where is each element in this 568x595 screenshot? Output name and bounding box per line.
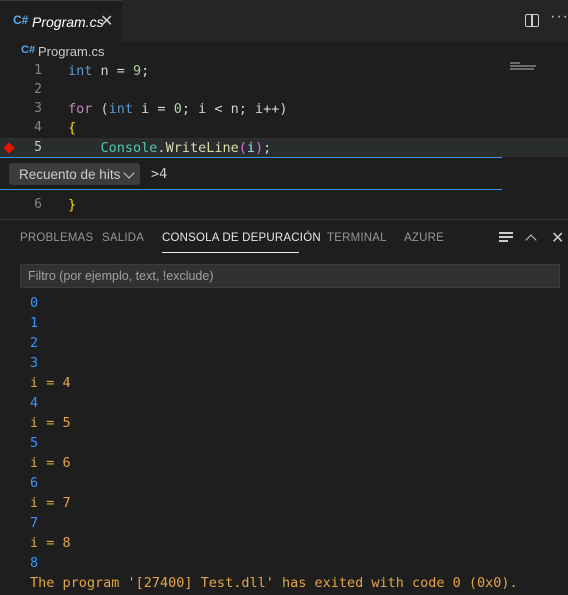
console-output-line: 0 <box>30 295 39 311</box>
code-line[interactable]: 2 <box>0 81 568 100</box>
select-value: Recuento de hits <box>19 167 121 182</box>
hit-count-input[interactable]: >4 <box>151 166 167 182</box>
filter-input[interactable] <box>21 265 559 287</box>
code-token: ( <box>92 101 109 117</box>
code-text: for (int i = 0; i < n; i++) <box>68 101 288 117</box>
code-token: { <box>68 120 77 136</box>
code-token: int <box>68 63 93 79</box>
line-number: 2 <box>34 82 42 97</box>
code-token: WriteLine <box>165 140 239 156</box>
code-line-current[interactable]: 5 Console.WriteLine(i); <box>0 138 568 157</box>
line-number: 1 <box>34 63 42 78</box>
csharp-file-icon: C# <box>13 13 29 27</box>
code-line[interactable]: 3 for (int i = 0; i < n; i++) <box>0 100 568 119</box>
code-text: int n = 9; <box>68 63 149 79</box>
clear-console-icon[interactable] <box>499 232 513 244</box>
code-line[interactable]: 4 { <box>0 119 568 138</box>
console-output-line: 1 <box>30 315 39 331</box>
breakpoint-condition-type-select[interactable]: Recuento de hits <box>9 163 140 185</box>
code-token: 0 <box>173 101 182 117</box>
console-output-line: i = 4 <box>30 375 71 391</box>
tab-terminal[interactable]: TERMINAL <box>327 232 387 244</box>
code-token: ; <box>141 63 150 79</box>
line-number: 5 <box>34 140 42 155</box>
filter-field[interactable] <box>20 264 560 288</box>
console-output-line: 7 <box>30 515 39 531</box>
bottom-panel: PROBLEMAS SALIDA CONSOLA DE DEPURACIÓN T… <box>0 219 568 595</box>
code-token: 9 <box>133 63 142 79</box>
chevron-down-icon <box>123 167 135 179</box>
tab-output[interactable]: SALIDA <box>102 232 144 244</box>
close-icon[interactable]: ✕ <box>100 11 113 31</box>
code-token: n = <box>92 63 134 79</box>
console-output-line: 2 <box>30 335 39 351</box>
active-tab-indicator <box>162 252 299 253</box>
code-token: . <box>157 140 166 156</box>
code-token: for <box>68 101 93 117</box>
breadcrumb-item-program-cs[interactable]: Program.cs <box>38 44 104 59</box>
tab-problems[interactable]: PROBLEMAS <box>20 232 93 244</box>
console-output-line: 3 <box>30 355 39 371</box>
code-token: ) <box>255 140 264 156</box>
console-output-line: 8 <box>30 555 39 571</box>
maximize-panel-icon[interactable] <box>525 234 537 246</box>
csharp-file-icon: C# <box>21 44 36 56</box>
code-token: } <box>68 197 77 213</box>
tab-debug-console[interactable]: CONSOLA DE DEPURACIÓN <box>162 232 321 244</box>
code-token: i = <box>133 101 174 117</box>
code-text: Console.WriteLine(i); <box>68 140 272 156</box>
line-number: 3 <box>34 101 42 116</box>
tab-azure[interactable]: AZURE <box>404 232 444 244</box>
code-line[interactable]: 6 } <box>0 196 568 215</box>
console-output-line: 5 <box>30 435 39 451</box>
code-token: ; i < n; i++) <box>181 101 288 117</box>
console-output-line: 4 <box>30 395 39 411</box>
code-text: { <box>68 120 76 136</box>
code-line[interactable]: 1 int n = 9; <box>0 62 568 81</box>
console-output-line: 6 <box>30 475 39 491</box>
console-output-line: The program '[27400] Test.dll' has exite… <box>30 575 518 591</box>
line-number: 4 <box>34 120 42 135</box>
code-token: ; <box>263 140 272 156</box>
console-output-line: i = 8 <box>30 535 71 551</box>
tab-program-cs[interactable]: C# Program.cs ✕ <box>0 0 122 42</box>
tab-label: Program.cs <box>32 14 104 30</box>
breadcrumb: C# Program.cs <box>0 42 568 62</box>
console-output-line: i = 6 <box>30 455 71 471</box>
line-number: 6 <box>34 197 42 212</box>
editor-tab-bar: C# Program.cs ✕ ··· <box>0 0 568 42</box>
code-token: Console <box>100 140 158 156</box>
console-output-line: i = 5 <box>30 415 71 431</box>
code-text: } <box>68 197 76 213</box>
code-token: ( <box>238 140 247 156</box>
more-actions-icon[interactable]: ··· <box>550 8 568 26</box>
console-output-line: i = 7 <box>30 495 71 511</box>
split-editor-icon[interactable] <box>525 14 539 27</box>
breakpoint-condition-widget: Recuento de hits >4 <box>0 157 502 190</box>
close-panel-icon[interactable]: ✕ <box>551 228 564 248</box>
code-token: int <box>108 101 134 117</box>
code-token: i <box>246 140 255 156</box>
